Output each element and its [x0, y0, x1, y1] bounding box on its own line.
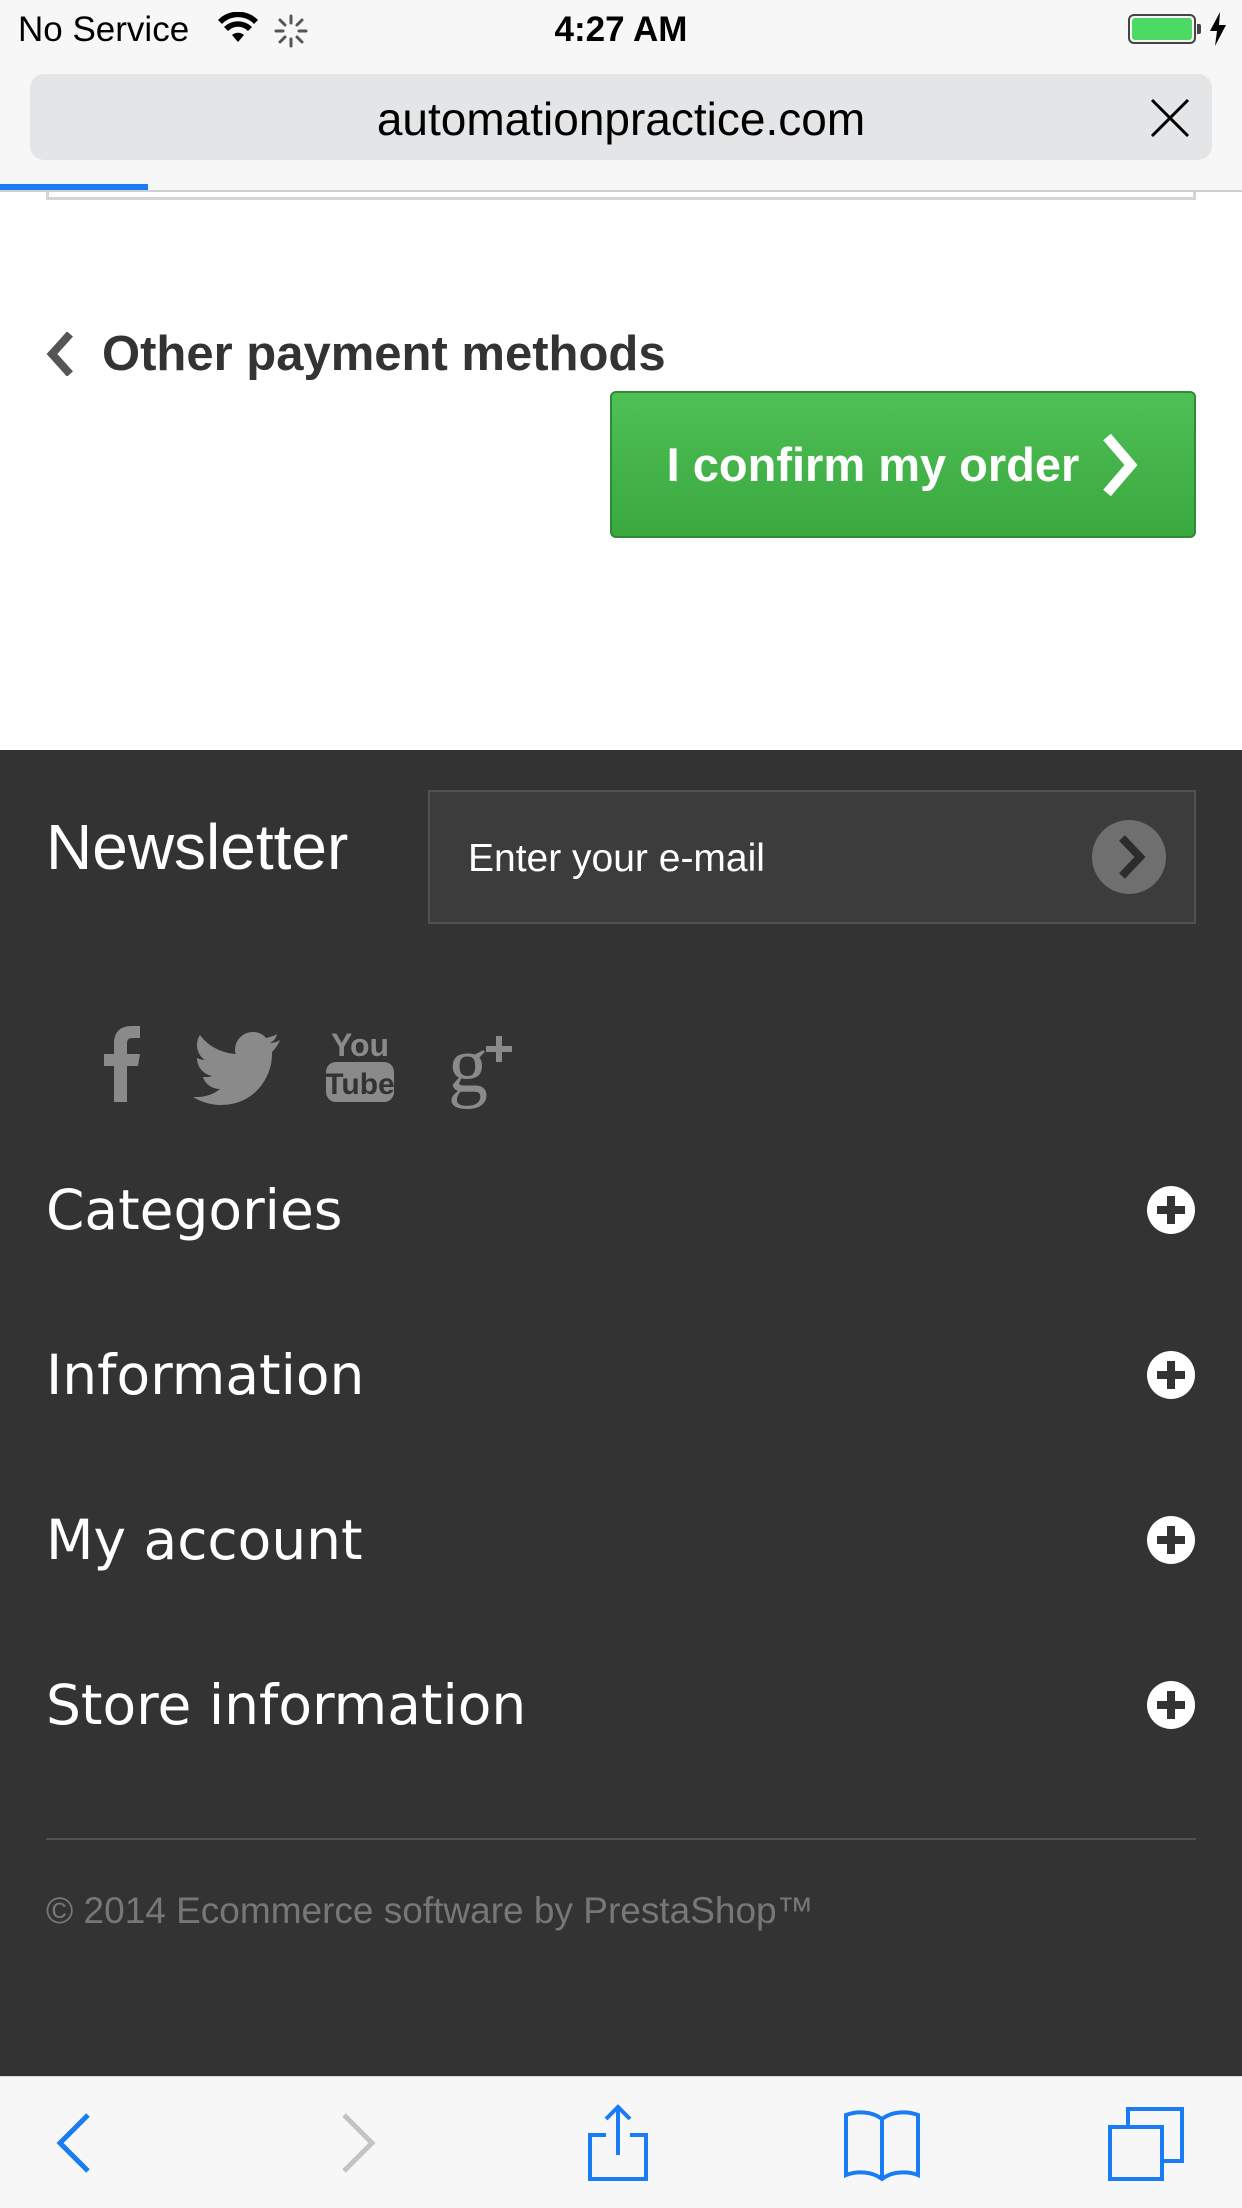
expand-plus-icon[interactable]: [1146, 1515, 1196, 1565]
svg-text:Tube: Tube: [325, 1068, 394, 1101]
clock: 4:27 AM: [554, 10, 688, 49]
tabs-icon[interactable]: [1106, 2103, 1186, 2183]
footer-section-store-information[interactable]: Store information: [46, 1660, 1196, 1750]
status-bar: No Service 4:27 AM: [0, 0, 1242, 62]
copyright-text: © 2014 Ecommerce software by PrestaShop™: [46, 1890, 814, 1931]
other-payment-methods-label[interactable]: Other payment methods: [102, 326, 666, 382]
footer-section-label: Categories: [46, 1178, 343, 1242]
forward-icon[interactable]: [314, 2103, 394, 2183]
other-payment-methods-link[interactable]: Other payment methods: [46, 324, 666, 384]
confirm-order-button[interactable]: I confirm my order: [610, 391, 1196, 538]
charging-bolt-icon: [1210, 12, 1226, 46]
previous-panel-edge: [46, 192, 1196, 200]
expand-plus-icon[interactable]: [1146, 1680, 1196, 1730]
page-load-progress: [0, 184, 148, 190]
battery-icon: [1128, 14, 1196, 44]
share-icon[interactable]: [578, 2103, 658, 2183]
footer-section-label: My account: [46, 1508, 363, 1572]
newsletter-email-input[interactable]: [466, 828, 1070, 890]
back-icon[interactable]: [38, 2103, 118, 2183]
twitter-icon[interactable]: [190, 1014, 290, 1114]
bookmarks-icon[interactable]: [842, 2103, 922, 2183]
footer-section-categories[interactable]: Categories: [46, 1165, 1196, 1255]
newsletter-form: [428, 790, 1196, 924]
browser-chrome: automationpractice.com: [0, 62, 1242, 192]
social-links: You Tube g: [70, 1014, 550, 1114]
newsletter-submit-icon[interactable]: [1090, 818, 1168, 896]
newsletter-title: Newsletter: [46, 811, 349, 883]
svg-text:You: You: [331, 1027, 389, 1063]
google-plus-icon[interactable]: g: [430, 1014, 530, 1114]
chevron-left-icon: [46, 332, 73, 376]
svg-text:g: g: [448, 1022, 488, 1110]
battery-tip: [1197, 24, 1201, 34]
facebook-icon[interactable]: [70, 1014, 170, 1114]
url-text[interactable]: automationpractice.com: [30, 92, 1212, 146]
address-bar[interactable]: automationpractice.com: [30, 74, 1212, 160]
footer-divider: [46, 1838, 1196, 1840]
footer-section-information[interactable]: Information: [46, 1330, 1196, 1420]
footer-section-label: Information: [46, 1343, 365, 1407]
youtube-icon[interactable]: You Tube: [310, 1014, 410, 1114]
browser-toolbar: [0, 2076, 1242, 2208]
stop-loading-icon[interactable]: [1148, 96, 1192, 140]
confirm-order-label[interactable]: I confirm my order: [667, 437, 1080, 492]
footer-section-my-account[interactable]: My account: [46, 1495, 1196, 1585]
footer-section-label: Store information: [46, 1673, 527, 1737]
expand-plus-icon[interactable]: [1146, 1350, 1196, 1400]
chevron-right-icon: [1103, 433, 1138, 496]
site-footer: Newsletter You Tube g Categories: [0, 750, 1242, 2076]
expand-plus-icon[interactable]: [1146, 1185, 1196, 1235]
